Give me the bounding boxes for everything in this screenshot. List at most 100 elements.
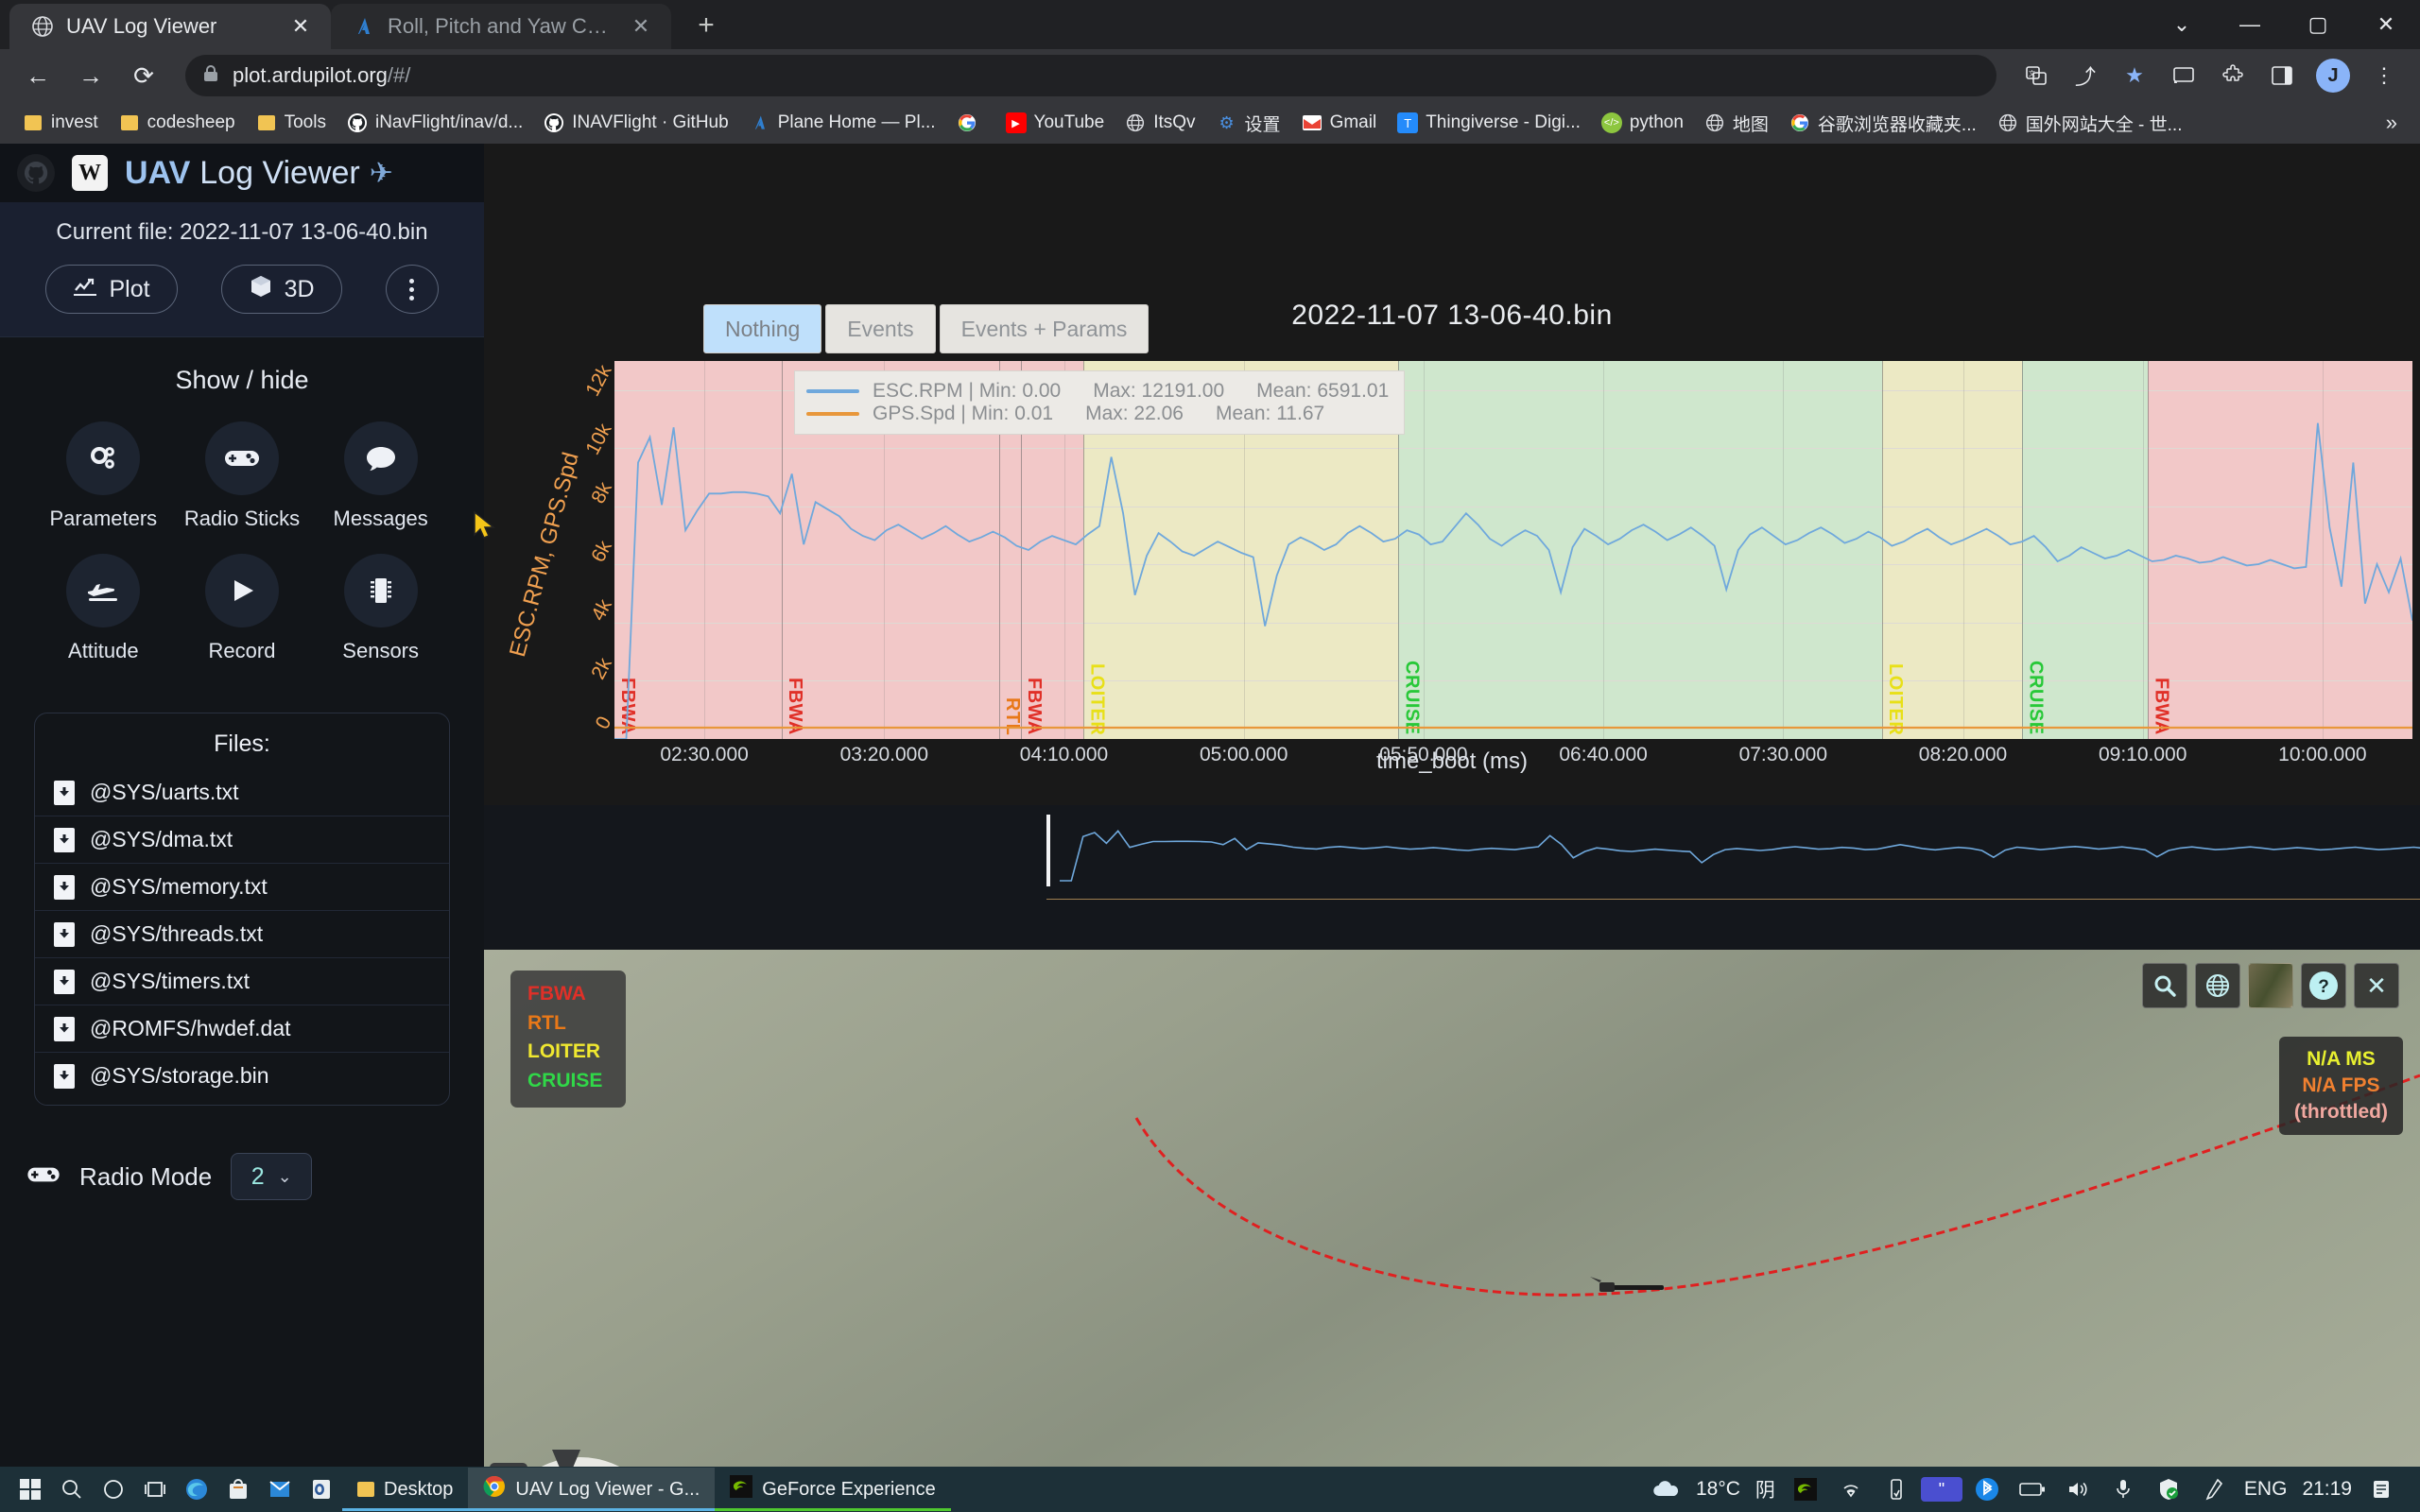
bookmark-item[interactable]: </> python	[1592, 108, 1693, 138]
toggle-attitude[interactable]: Attitude	[34, 554, 173, 663]
taskview-icon[interactable]	[134, 1469, 176, 1510]
browser-tab-1[interactable]: Roll, Pitch and Yaw Controller ✕	[331, 4, 671, 49]
toggle-radio-sticks[interactable]: Radio Sticks	[173, 421, 312, 531]
file-list-item[interactable]: @SYS/uarts.txt	[35, 769, 449, 816]
bookmark-item[interactable]: ItsQv	[1115, 108, 1204, 138]
tab-events[interactable]: Events	[825, 304, 936, 353]
close-window-button[interactable]: ✕	[2352, 0, 2420, 49]
search-icon[interactable]	[2142, 963, 2187, 1008]
bookmark-item[interactable]: invest	[13, 108, 108, 138]
toggle-messages[interactable]: Messages	[311, 421, 450, 531]
tab-title: UAV Log Viewer	[66, 14, 217, 38]
bookmark-item[interactable]: 国外网站大全 - 世...	[1988, 106, 2192, 141]
speed-knob-pointer[interactable]	[552, 1450, 580, 1467]
microphone-icon[interactable]	[2102, 1469, 2144, 1510]
address-bar[interactable]: plot.ardupilot.org/#/	[185, 55, 1996, 96]
bluetooth-icon[interactable]	[1966, 1469, 2008, 1510]
profile-avatar[interactable]: J	[2316, 59, 2350, 93]
bookmark-item[interactable]: 地图	[1695, 106, 1778, 141]
file-list-item[interactable]: @SYS/dma.txt	[35, 816, 449, 863]
close-icon[interactable]: ✕	[287, 13, 314, 40]
volume-icon[interactable]	[2057, 1469, 2099, 1510]
wiki-icon[interactable]: W	[72, 155, 108, 191]
minimize-button[interactable]: —	[2216, 0, 2284, 49]
back-button[interactable]: ←	[15, 53, 60, 98]
notification-icon[interactable]	[2361, 1469, 2403, 1510]
forward-button[interactable]: →	[68, 53, 113, 98]
gear-icon: ⚙	[1219, 112, 1235, 132]
more-menu-icon[interactable]: ⌄	[2148, 0, 2216, 49]
file-list-item[interactable]: @SYS/timers.txt	[35, 957, 449, 1005]
close-icon[interactable]: ✕	[2354, 963, 2399, 1008]
github-icon[interactable]	[17, 154, 55, 192]
taskbar-app-uav-log-viewer[interactable]: UAV Log Viewer - G...	[468, 1468, 716, 1511]
edge-icon[interactable]	[176, 1469, 217, 1510]
bookmark-item[interactable]: Gmail	[1292, 108, 1387, 138]
help-icon[interactable]: ?	[2301, 963, 2346, 1008]
outlook-icon[interactable]	[301, 1469, 342, 1510]
bookmark-item[interactable]: iNavFlight/inav/d...	[337, 108, 532, 138]
translate-icon[interactable]: 文	[2015, 55, 2057, 96]
file-list-item[interactable]: @SYS/storage.bin	[35, 1052, 449, 1099]
usb-icon[interactable]	[1876, 1469, 1917, 1510]
globe-icon[interactable]	[2195, 963, 2240, 1008]
bookmark-item[interactable]: Plane Home — Pl...	[740, 108, 945, 138]
chart-range-selector[interactable]	[1046, 815, 2420, 900]
bookmark-item[interactable]: INAVFlight · GitHub	[534, 108, 737, 138]
bookmark-item[interactable]: T Thingiverse - Digi...	[1388, 108, 1590, 138]
store-icon[interactable]	[217, 1469, 259, 1510]
taskbar-app-desktop[interactable]: Desktop	[342, 1468, 469, 1511]
toggle-sensors[interactable]: Sensors	[311, 554, 450, 663]
cesium-3d-view[interactable]: FBWA RTL LOITER CRUISE ? ✕ N/A MS N/A FP…	[484, 950, 2420, 1467]
language-indicator[interactable]: ENG	[2238, 1478, 2293, 1501]
maximize-button[interactable]: ▢	[2284, 0, 2352, 49]
tab-nothing[interactable]: Nothing	[703, 304, 822, 353]
extensions-icon[interactable]	[2212, 55, 2254, 96]
defender-icon[interactable]	[2148, 1469, 2189, 1510]
close-icon[interactable]: ✕	[628, 13, 654, 40]
taskbar-app-geforce-experience[interactable]: GeForce Experience	[715, 1468, 951, 1511]
cast-icon[interactable]	[2163, 55, 2204, 96]
start-icon[interactable]	[9, 1469, 51, 1510]
perf-fps: N/A FPS	[2302, 1074, 2380, 1097]
bookmark-item[interactable]: codesheep	[110, 108, 245, 138]
radio-mode-select[interactable]: 2 ⌄	[231, 1153, 313, 1200]
animation-dial[interactable]	[499, 1457, 662, 1467]
plot-button[interactable]: Plot	[45, 265, 178, 314]
file-list-item[interactable]: @ROMFS/hwdef.dat	[35, 1005, 449, 1052]
ardupilot-icon	[750, 112, 770, 133]
star-icon[interactable]: ★	[2114, 55, 2155, 96]
reload-button[interactable]: ⟳	[121, 53, 166, 98]
mail-icon[interactable]	[259, 1469, 301, 1510]
tab-events-params[interactable]: Events + Params	[939, 304, 1150, 353]
sidepanel-icon[interactable]	[2261, 55, 2303, 96]
cloud-icon[interactable]	[1645, 1469, 1686, 1510]
new-tab-button[interactable]: +	[684, 4, 728, 47]
clock-time-label[interactable]: 21:19	[2296, 1478, 2358, 1501]
animation-widget[interactable]: 1x Mar 25 2015 08:00:26 UTC ◀ ‖ ▶	[499, 1446, 666, 1467]
browser-tab-0[interactable]: UAV Log Viewer ✕	[9, 4, 331, 49]
more-options-button[interactable]	[385, 265, 439, 314]
battery-icon[interactable]	[2012, 1469, 2053, 1510]
search-icon[interactable]	[51, 1469, 93, 1510]
cortana-icon[interactable]	[93, 1469, 134, 1510]
toggle-record[interactable]: Record	[173, 554, 312, 663]
imagery-layers-icon[interactable]	[2248, 963, 2293, 1008]
share-icon[interactable]: ⤴	[2065, 55, 2106, 96]
nvidia-icon[interactable]	[1785, 1469, 1826, 1510]
bookmark-item[interactable]	[947, 108, 994, 138]
bookmark-item[interactable]: 谷歌浏览器收藏夹...	[1780, 106, 1986, 141]
toggle-parameters[interactable]: Parameters	[34, 421, 173, 531]
wifi-icon[interactable]	[1830, 1469, 1872, 1510]
bookmark-item[interactable]: ⚙ 设置	[1207, 106, 1290, 141]
bookmark-item[interactable]: ▶ YouTube	[996, 108, 1115, 138]
file-list-item[interactable]: @SYS/threads.txt	[35, 910, 449, 957]
sogou-icon[interactable]: "	[1920, 1477, 1962, 1502]
plot-area[interactable]: ESC.RPM | Min: 0.00 Max: 12191.00 Mean: …	[614, 361, 2412, 739]
file-list-item[interactable]: @SYS/memory.txt	[35, 863, 449, 910]
bookmark-item[interactable]: Tools	[247, 108, 336, 138]
pen-icon[interactable]	[2193, 1469, 2235, 1510]
browser-menu-icon[interactable]: ⋮	[2363, 55, 2405, 96]
bookmarks-overflow-icon[interactable]: »	[2377, 111, 2407, 135]
threed-button[interactable]: 3D	[220, 265, 342, 314]
